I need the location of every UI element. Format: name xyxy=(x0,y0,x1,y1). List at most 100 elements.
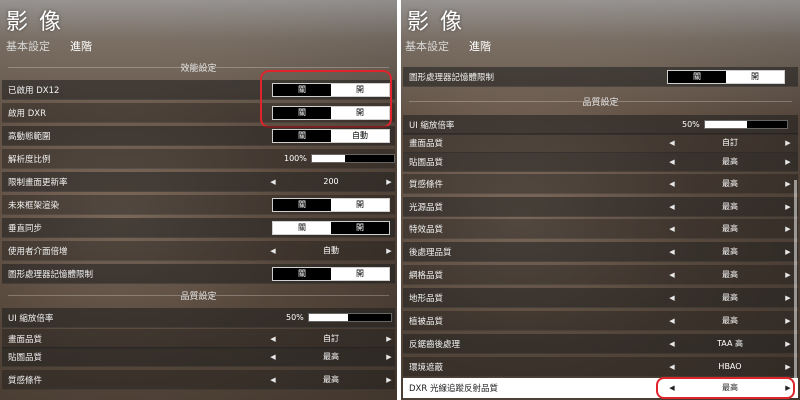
arrow-left-icon[interactable]: ◀ xyxy=(268,335,278,343)
resolution-slider[interactable]: 100% xyxy=(284,152,395,166)
arrow-left-icon[interactable]: ◀ xyxy=(667,139,677,147)
toggle-on-option[interactable]: 開 xyxy=(331,221,389,234)
arrow-right-icon[interactable]: ▶ xyxy=(783,248,793,256)
tab-basic[interactable]: 基本設定 xyxy=(6,38,50,54)
toggle-on-option[interactable]: 開 xyxy=(726,70,784,83)
ambient-occlusion-selector[interactable]: ◀ HBAO ▶ xyxy=(667,360,793,374)
arrow-left-icon[interactable]: ◀ xyxy=(667,225,677,233)
slider-track[interactable] xyxy=(307,313,392,322)
arrow-right-icon[interactable]: ▶ xyxy=(783,271,793,279)
arrow-right-icon[interactable]: ▶ xyxy=(783,225,793,233)
arrow-left-icon[interactable]: ◀ xyxy=(667,294,677,302)
toggle-on-option[interactable]: 開 xyxy=(331,198,389,211)
setting-row-light[interactable]: 光源品質 ◀ 最高 ▶ xyxy=(403,197,798,217)
arrow-right-icon[interactable]: ▶ xyxy=(384,353,394,361)
arrow-right-icon[interactable]: ▶ xyxy=(384,335,394,343)
setting-row-terrain[interactable]: 地形品質 ◀ 最高 ▶ xyxy=(403,288,798,308)
setting-row-future-frame[interactable]: 未來框架渲染 關 開 xyxy=(2,195,395,215)
arrow-right-icon[interactable]: ▶ xyxy=(783,203,793,211)
ui-scale-mult-selector[interactable]: ◀ 自動 ▶ xyxy=(268,244,394,258)
arrow-left-icon[interactable]: ◀ xyxy=(667,180,677,188)
quality-selector[interactable]: ◀ 自訂 ▶ xyxy=(667,136,793,150)
arrow-left-icon[interactable]: ◀ xyxy=(667,317,677,325)
texture-selector[interactable]: ◀ 最高 ▶ xyxy=(268,350,394,364)
tab-advanced[interactable]: 進階 xyxy=(70,38,92,54)
setting-row-resolution[interactable]: 解析度比例 100% xyxy=(2,149,395,169)
setting-row-gpu-memory[interactable]: 圖形處理器記憶體限制 關 開 xyxy=(403,67,798,87)
toggle-off-option[interactable]: 關 xyxy=(273,221,331,234)
ui-scale-slider[interactable]: 50% xyxy=(682,118,788,132)
arrow-right-icon[interactable]: ▶ xyxy=(783,139,793,147)
toggle-off-option[interactable]: 關 xyxy=(273,198,331,211)
setting-row-effects[interactable]: 特效品質 ◀ 最高 ▶ xyxy=(403,219,798,239)
tab-advanced[interactable]: 進階 xyxy=(469,38,491,54)
setting-row-ui-scale-mult[interactable]: 使用者介面倍增 ◀ 自動 ▶ xyxy=(2,241,395,261)
setting-row-vegetation[interactable]: 植被品質 ◀ 最高 ▶ xyxy=(403,311,798,331)
material-selector[interactable]: ◀ 最高 ▶ xyxy=(667,177,793,191)
arrow-right-icon[interactable]: ▶ xyxy=(384,178,394,186)
toggle-off-option[interactable]: 關 xyxy=(273,129,331,142)
gpu-memory-toggle[interactable]: 關 開 xyxy=(272,266,390,281)
arrow-right-icon[interactable]: ▶ xyxy=(783,317,793,325)
effects-selector[interactable]: ◀ 最高 ▶ xyxy=(667,222,793,236)
setting-row-texture[interactable]: 貼圖品質 ◀ 最高 ▶ xyxy=(2,347,395,367)
setting-row-ui-scale[interactable]: UI 縮放倍率 50% xyxy=(2,308,395,328)
arrow-left-icon[interactable]: ◀ xyxy=(667,158,677,166)
hdr-toggle[interactable]: 關 自動 xyxy=(272,128,390,143)
tab-basic[interactable]: 基本設定 xyxy=(405,38,449,54)
vegetation-selector[interactable]: ◀ 最高 ▶ xyxy=(667,314,793,328)
toggle-off-option[interactable]: 關 xyxy=(273,267,331,280)
arrow-left-icon[interactable]: ◀ xyxy=(268,376,278,384)
setting-label: 網格品質 xyxy=(409,270,444,281)
slider-track[interactable] xyxy=(703,120,788,129)
gpu-memory-toggle[interactable]: 關 開 xyxy=(667,69,785,84)
setting-label: 特效品質 xyxy=(409,224,444,235)
arrow-right-icon[interactable]: ▶ xyxy=(783,340,793,348)
light-selector[interactable]: ◀ 最高 ▶ xyxy=(667,200,793,214)
setting-row-material[interactable]: 質感條件 ◀ 最高 ▶ xyxy=(403,174,798,194)
arrow-right-icon[interactable]: ▶ xyxy=(783,158,793,166)
antialiasing-selector[interactable]: ◀ TAA 高 ▶ xyxy=(667,337,793,351)
arrow-right-icon[interactable]: ▶ xyxy=(783,180,793,188)
arrow-right-icon[interactable]: ▶ xyxy=(783,294,793,302)
quality-selector[interactable]: ◀ 自訂 ▶ xyxy=(268,332,394,346)
arrow-left-icon[interactable]: ◀ xyxy=(268,178,278,186)
setting-row-texture[interactable]: 貼圖品質 ◀ 最高 ▶ xyxy=(403,152,798,172)
ui-scale-slider[interactable]: 50% xyxy=(286,311,392,325)
setting-row-postprocess[interactable]: 後處理品質 ◀ 最高 ▶ xyxy=(403,242,798,262)
setting-row-ambient-occlusion[interactable]: 環境遮蔽 ◀ HBAO ▶ xyxy=(403,357,798,377)
setting-row-antialiasing[interactable]: 反鋸齒後處理 ◀ TAA 高 ▶ xyxy=(403,334,798,354)
vsync-toggle[interactable]: 關 開 xyxy=(272,220,390,235)
arrow-left-icon[interactable]: ◀ xyxy=(268,353,278,361)
setting-row-ui-scale[interactable]: UI 縮放倍率 50% xyxy=(403,115,798,135)
setting-row-hdr[interactable]: 高動態範圍 關 自動 xyxy=(2,126,395,146)
scrollbar[interactable] xyxy=(794,180,797,380)
slider-track[interactable] xyxy=(310,154,395,163)
framerate-selector[interactable]: ◀ 200 ▶ xyxy=(268,175,394,189)
arrow-right-icon[interactable]: ▶ xyxy=(384,376,394,384)
arrow-right-icon[interactable]: ▶ xyxy=(783,363,793,371)
toggle-on-option[interactable]: 開 xyxy=(331,267,389,280)
setting-row-framerate[interactable]: 限制畫面更新率 ◀ 200 ▶ xyxy=(2,172,395,192)
future-frame-toggle[interactable]: 關 開 xyxy=(272,197,390,212)
arrow-left-icon[interactable]: ◀ xyxy=(667,248,677,256)
arrow-left-icon[interactable]: ◀ xyxy=(667,340,677,348)
setting-row-quality[interactable]: 畫面品質 ◀ 自訂 ▶ xyxy=(403,133,798,153)
toggle-off-option[interactable]: 關 xyxy=(668,70,726,83)
arrow-left-icon[interactable]: ◀ xyxy=(667,363,677,371)
terrain-selector[interactable]: ◀ 最高 ▶ xyxy=(667,291,793,305)
setting-row-mesh[interactable]: 網格品質 ◀ 最高 ▶ xyxy=(403,265,798,285)
arrow-right-icon[interactable]: ▶ xyxy=(384,247,394,255)
material-selector[interactable]: ◀ 最高 ▶ xyxy=(268,373,394,387)
setting-row-quality[interactable]: 畫面品質 ◀ 自訂 ▶ xyxy=(2,329,395,349)
texture-selector[interactable]: ◀ 最高 ▶ xyxy=(667,155,793,169)
toggle-on-option[interactable]: 自動 xyxy=(331,129,389,142)
mesh-selector[interactable]: ◀ 最高 ▶ xyxy=(667,268,793,282)
arrow-left-icon[interactable]: ◀ xyxy=(667,271,677,279)
setting-row-vsync[interactable]: 垂直同步 關 開 xyxy=(2,218,395,238)
setting-row-gpu-memory[interactable]: 圖形處理器記憶體限制 關 開 xyxy=(2,264,395,284)
arrow-left-icon[interactable]: ◀ xyxy=(268,247,278,255)
postprocess-selector[interactable]: ◀ 最高 ▶ xyxy=(667,245,793,259)
arrow-left-icon[interactable]: ◀ xyxy=(667,203,677,211)
setting-row-material[interactable]: 質感條件 ◀ 最高 ▶ xyxy=(2,370,395,390)
